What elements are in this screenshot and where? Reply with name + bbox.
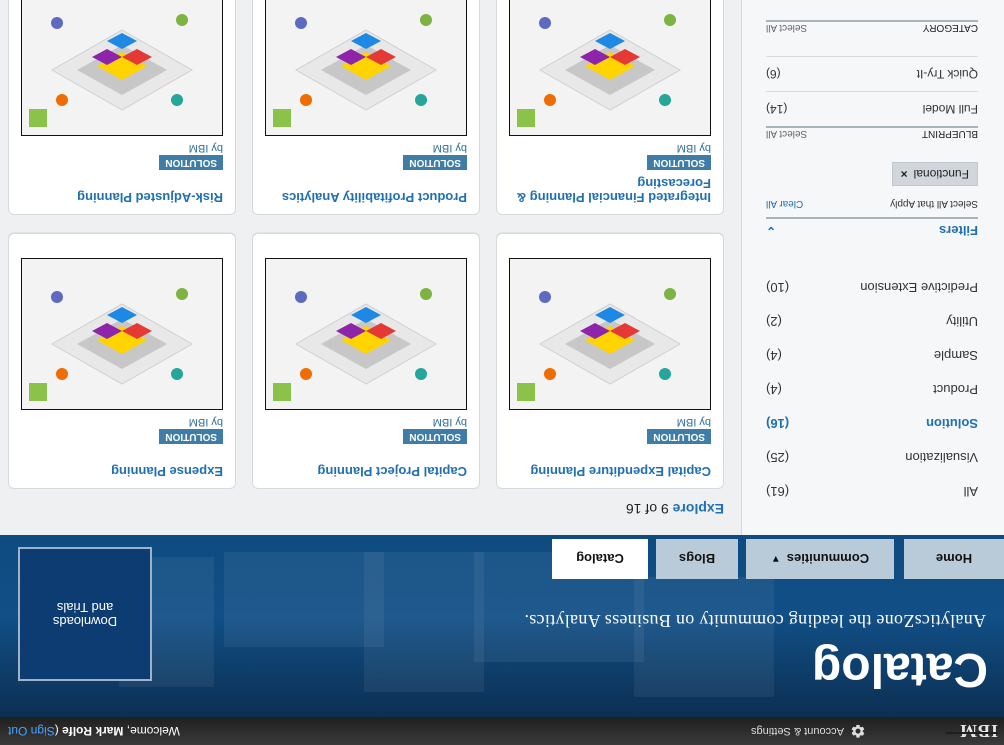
tab-catalog[interactable]: Catalog: [552, 539, 648, 579]
thumbnail-illustration: [510, 0, 710, 135]
select-all-link[interactable]: Select All: [766, 128, 807, 139]
card-thumbnail[interactable]: [509, 258, 711, 410]
card-thumbnail[interactable]: [21, 0, 223, 136]
clear-all-link[interactable]: Clear All: [766, 198, 803, 209]
category-item-product[interactable]: Product (4): [766, 373, 978, 407]
select-all-that-apply-text: Select All that Apply: [890, 198, 978, 209]
card-author: by IBM: [676, 416, 711, 428]
filters-subheader: Select All that Apply Clear All: [766, 198, 978, 209]
select-all-link[interactable]: Select All: [766, 22, 807, 33]
tab-blogs[interactable]: Blogs: [656, 539, 738, 579]
ibm-logo: IBM: [946, 721, 998, 741]
category-list: All (61) Visualization (25) Solution (16…: [766, 271, 978, 509]
gear-icon: [851, 724, 865, 738]
left-sidebar: All (61) Visualization (25) Solution (16…: [741, 0, 1004, 535]
catalog-card[interactable]: Expense Planning SOLUTION by IBM: [8, 233, 236, 489]
solution-badge: SOLUTION: [403, 155, 467, 170]
card-author: by IBM: [676, 142, 711, 154]
card-title[interactable]: Expense Planning: [23, 464, 223, 479]
card-author: by IBM: [432, 416, 467, 428]
card-thumbnail[interactable]: [21, 258, 223, 410]
catalog-card[interactable]: Capital Project Planning SOLUTION by IBM: [252, 233, 480, 489]
page-subtitle: AnalyticsZone the leading community on B…: [524, 611, 986, 631]
account-settings-label: Account & Settings: [751, 725, 844, 737]
category-item-all[interactable]: All (61): [766, 475, 978, 509]
filter-group-blueprint: BLUEPRINT Select All Full Model (14) Qui…: [766, 56, 978, 148]
catalog-card[interactable]: Integrated Financial Planning & Forecast…: [496, 0, 724, 215]
filter-group-header: CATEGORY Select All: [766, 20, 978, 42]
solution-badge: SOLUTION: [647, 429, 711, 444]
filters-header[interactable]: Filters ⌄: [766, 217, 978, 243]
filter-group-category: CATEGORY Select All: [766, 20, 978, 42]
thumbnail-illustration: [22, 259, 222, 409]
catalog-card[interactable]: Capital Expenditure Planning SOLUTION by…: [496, 233, 724, 489]
catalog-content: Explore 9 of 16 Capital Expenditure Plan…: [0, 0, 724, 535]
banner: Catalog AnalyticsZone the leading commun…: [0, 535, 1004, 717]
account-settings-menu[interactable]: Account & Settings: [751, 723, 866, 739]
thumbnail-illustration: [22, 0, 222, 135]
solution-badge: SOLUTION: [647, 155, 711, 170]
card-title[interactable]: Risk-Adjusted Planning: [23, 190, 223, 205]
filters-panel: Filters ⌄ Select All that Apply Clear Al…: [766, 20, 978, 243]
card-author: by IBM: [188, 142, 223, 154]
category-item-utility[interactable]: Utility (2): [766, 305, 978, 339]
thumbnail-illustration: [266, 0, 466, 135]
banner-decor-square: [634, 577, 774, 697]
filter-group-header: BLUEPRINT Select All: [766, 126, 978, 148]
filter-chip[interactable]: Functional ×: [891, 162, 978, 186]
explore-range: 9 of 16: [625, 501, 669, 517]
solution-badge: SOLUTION: [159, 155, 223, 170]
catalog-card[interactable]: Product Profitability Analytics SOLUTION…: [252, 0, 480, 215]
card-thumbnail[interactable]: [509, 0, 711, 136]
card-thumbnail[interactable]: [265, 258, 467, 410]
tab-home[interactable]: Home: [904, 539, 1004, 579]
chevron-down-icon: ▼: [770, 553, 781, 565]
card-title[interactable]: Capital Expenditure Planning: [511, 464, 711, 479]
nav-tabs: Home Communities ▼ Blogs Catalog: [544, 539, 1004, 579]
explore-label: Explore: [672, 501, 724, 517]
filter-option-quick-try-it[interactable]: Quick Try-It (6): [766, 56, 978, 91]
filter-chip-label: Functional: [913, 167, 969, 181]
catalog-card[interactable]: Risk-Adjusted Planning SOLUTION by IBM: [8, 0, 236, 215]
page-title: Catalog: [811, 643, 988, 696]
banner-decor-square: [224, 552, 384, 647]
card-author: by IBM: [432, 142, 467, 154]
category-item-visualization[interactable]: Visualization (25): [766, 441, 978, 475]
sign-out-link[interactable]: Sign Out: [8, 724, 55, 738]
thumbnail-illustration: [266, 259, 466, 409]
top-bar: IBM Account & Settings Welcome, Mark Rol…: [0, 717, 1004, 745]
category-item-solution[interactable]: Solution (16): [766, 407, 978, 441]
card-thumbnail[interactable]: [265, 0, 467, 136]
filter-option-full-model[interactable]: Full Model (14): [766, 91, 978, 126]
welcome-text: Welcome, Mark Rolfe (Sign Out: [8, 724, 180, 738]
downloads-and-trials-button[interactable]: Downloads and Trials: [18, 547, 152, 681]
card-title[interactable]: Product Profitability Analytics: [267, 190, 467, 205]
close-icon[interactable]: ×: [901, 167, 908, 181]
rotated-viewport: IBM Account & Settings Welcome, Mark Rol…: [0, 0, 1004, 745]
solution-badge: SOLUTION: [403, 429, 467, 444]
tab-communities[interactable]: Communities ▼: [746, 539, 894, 579]
filters-title: Filters: [938, 223, 978, 239]
chevron-down-icon: ⌄: [766, 224, 777, 238]
explore-summary: Explore 9 of 16: [626, 501, 724, 517]
category-item-predictive-extension[interactable]: Predictive Extension (10): [766, 271, 978, 305]
card-title[interactable]: Capital Project Planning: [267, 464, 467, 479]
downloads-and-trials-label: Downloads and Trials: [52, 600, 118, 629]
solution-badge: SOLUTION: [159, 429, 223, 444]
category-item-sample[interactable]: Sample (4): [766, 339, 978, 373]
card-author: by IBM: [188, 416, 223, 428]
thumbnail-illustration: [510, 259, 710, 409]
card-title[interactable]: Integrated Financial Planning & Forecast…: [511, 176, 711, 205]
